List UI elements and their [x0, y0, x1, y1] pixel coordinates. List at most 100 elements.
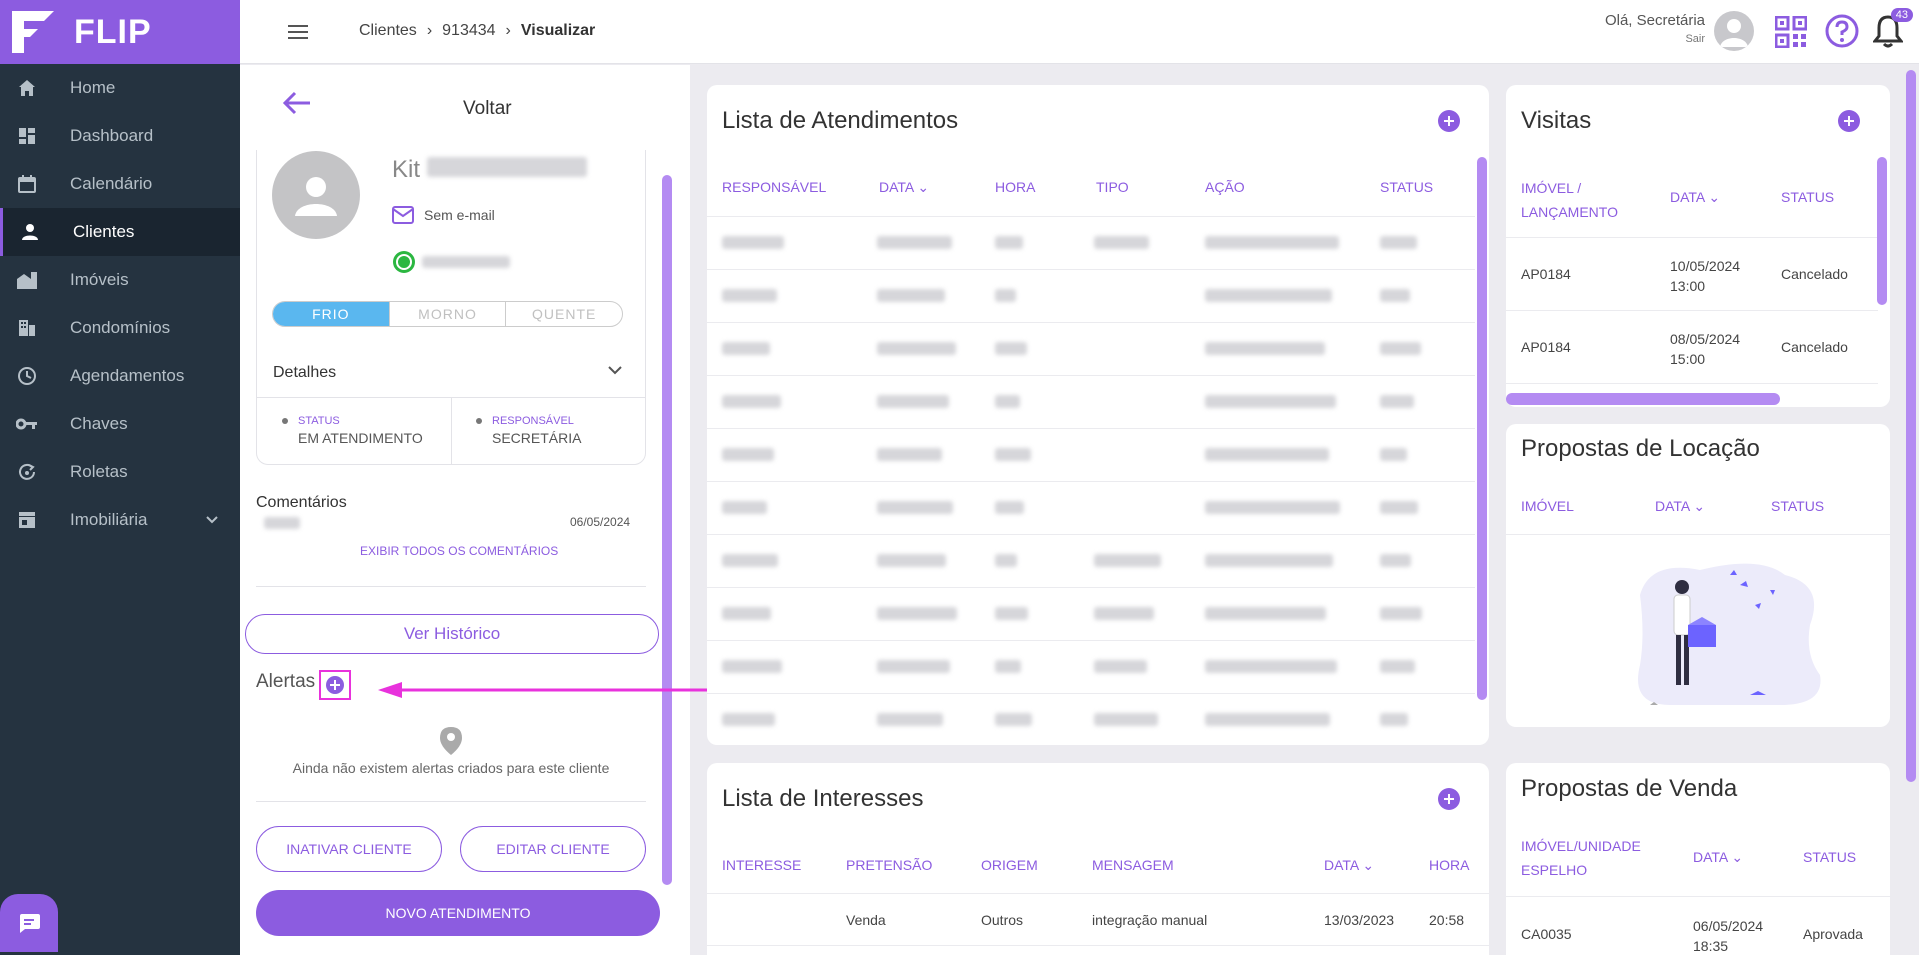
- logo[interactable]: FLIP: [0, 0, 240, 64]
- chevron-down-icon[interactable]: [608, 365, 622, 375]
- qr-code-icon[interactable]: [1775, 16, 1807, 48]
- divider: [707, 322, 1475, 323]
- topbar: Clientes › 913434 › Visualizar Olá, Secr…: [240, 0, 1919, 64]
- back-arrow-icon[interactable]: [282, 90, 312, 116]
- add-atendimento-button[interactable]: [1438, 110, 1460, 132]
- inactivate-client-button[interactable]: INATIVAR CLIENTE: [256, 826, 442, 872]
- col-mensagem: MENSAGEM: [1092, 857, 1174, 873]
- responsavel-label: RESPONSÁVEL: [492, 415, 574, 427]
- whatsapp-icon[interactable]: [392, 250, 416, 274]
- client-avatar: [272, 151, 360, 239]
- redacted-cell: [1380, 607, 1422, 620]
- user-icon: [19, 221, 41, 243]
- redacted-cell: [877, 342, 956, 355]
- col-data-label: DATA: [1655, 498, 1690, 514]
- col-status: STATUS: [1380, 179, 1434, 195]
- alerts-title: Alertas: [256, 671, 316, 692]
- interesses-title: Lista de Interesses: [722, 785, 924, 812]
- avatar[interactable]: [1714, 11, 1754, 51]
- visitas-hscrollbar[interactable]: [1506, 393, 1780, 405]
- add-visita-button[interactable]: [1838, 110, 1860, 132]
- sidebar-item-calendario[interactable]: Calendário: [0, 160, 240, 208]
- col-data[interactable]: DATA ⌄: [879, 179, 929, 196]
- chevron-down-icon: ⌄: [1362, 857, 1375, 873]
- responsavel-value: SECRETÁRIA: [492, 430, 582, 446]
- sidebar-item-agendamentos[interactable]: Agendamentos: [0, 352, 240, 400]
- breadcrumb-clientes[interactable]: Clientes: [359, 22, 417, 40]
- add-interesse-button[interactable]: [1438, 788, 1460, 810]
- breadcrumb-current: Visualizar: [520, 22, 596, 39]
- sidebar-item-roletas[interactable]: Roletas: [0, 448, 240, 496]
- logout-link[interactable]: Sair: [1605, 33, 1705, 45]
- redacted-cell: [1380, 289, 1410, 302]
- sidebar-item-imobiliaria[interactable]: Imobiliária: [0, 496, 240, 544]
- main-scrollbar[interactable]: [1906, 70, 1916, 782]
- redacted-cell: [1205, 501, 1340, 514]
- breadcrumb-separator: ›: [505, 22, 511, 39]
- visita-imovel: AP0184: [1521, 339, 1571, 355]
- redacted-cell: [722, 289, 777, 302]
- divider: [707, 216, 1475, 217]
- add-alert-button[interactable]: [319, 670, 351, 700]
- sidebar-item-home[interactable]: Home: [0, 64, 240, 112]
- redacted-cell: [877, 501, 953, 514]
- greeting-text: Olá, Secretária: [1604, 12, 1705, 29]
- col-data[interactable]: DATA ⌄: [1324, 857, 1374, 874]
- col-imovel-unidade: IMÓVEL/UNIDADE ESPELHO: [1521, 834, 1641, 882]
- sidebar-item-imoveis[interactable]: Imóveis: [0, 256, 240, 304]
- divider: [707, 534, 1475, 535]
- chevron-down-icon: ⌄: [1708, 189, 1721, 205]
- edit-client-button[interactable]: EDITAR CLIENTE: [460, 826, 646, 872]
- col-data-label: DATA: [1670, 189, 1705, 205]
- col-responsavel: RESPONSÁVEL: [722, 179, 827, 195]
- redacted-cell: [995, 660, 1021, 673]
- col-data[interactable]: DATA ⌄: [1655, 498, 1705, 515]
- redacted-cell: [995, 236, 1023, 249]
- col-data[interactable]: DATA ⌄: [1670, 189, 1720, 206]
- details-toggle[interactable]: Detalhes: [273, 364, 336, 382]
- visita-time: 13:00: [1670, 278, 1706, 294]
- sidebar-item-condominios[interactable]: Condomínios: [0, 304, 240, 352]
- sidebar-item-clientes[interactable]: Clientes: [0, 208, 240, 256]
- user-greeting: Olá, Secretária Sair: [1605, 12, 1705, 45]
- history-button[interactable]: Ver Histórico: [245, 614, 659, 654]
- back-label[interactable]: Voltar: [463, 98, 512, 120]
- divider: [256, 586, 646, 587]
- menu-icon[interactable]: [288, 24, 308, 40]
- roulette-icon: [16, 461, 38, 483]
- atendimentos-scrollbar[interactable]: [1477, 157, 1487, 700]
- redacted-cell: [722, 448, 774, 461]
- temp-quente[interactable]: QUENTE: [506, 302, 622, 326]
- sidebar-item-dashboard[interactable]: Dashboard: [0, 112, 240, 160]
- col-pretensao: PRETENSÃO: [846, 857, 933, 873]
- client-panel-scrollbar[interactable]: [662, 175, 672, 885]
- divider: [1506, 310, 1878, 311]
- sidebar-item-chaves[interactable]: Chaves: [0, 400, 240, 448]
- show-all-comments-link[interactable]: EXIBIR TODOS OS COMENTÁRIOS: [360, 544, 558, 558]
- breadcrumb-id[interactable]: 913434: [442, 22, 495, 40]
- chat-button[interactable]: [0, 894, 58, 952]
- redacted-cell: [877, 713, 943, 726]
- temp-frio[interactable]: FRIO: [273, 302, 390, 326]
- venda-imovel: CA0035: [1521, 926, 1572, 942]
- col-status: STATUS: [1771, 498, 1825, 514]
- phone-blurred: [422, 256, 510, 268]
- responsavel-dot: [476, 418, 482, 425]
- plus-icon: [1844, 116, 1854, 126]
- new-service-button[interactable]: NOVO ATENDIMENTO: [256, 890, 660, 936]
- store-icon: [16, 509, 38, 531]
- venda-time: 18:35: [1693, 938, 1729, 954]
- divider: [707, 640, 1475, 641]
- divider: [707, 428, 1475, 429]
- sidebar-item-label: Clientes: [73, 222, 135, 241]
- col-data-label: DATA: [1693, 849, 1728, 865]
- help-icon[interactable]: [1825, 14, 1859, 48]
- col-hora: HORA: [995, 179, 1036, 195]
- redacted-cell: [1205, 289, 1332, 302]
- status-label: STATUS: [298, 415, 340, 427]
- temperature-selector: FRIO MORNO QUENTE: [272, 301, 623, 327]
- redacted-cell: [1205, 448, 1329, 461]
- visitas-vscrollbar[interactable]: [1877, 157, 1887, 305]
- col-data[interactable]: DATA ⌄: [1693, 849, 1743, 866]
- temp-morno[interactable]: MORNO: [390, 302, 507, 326]
